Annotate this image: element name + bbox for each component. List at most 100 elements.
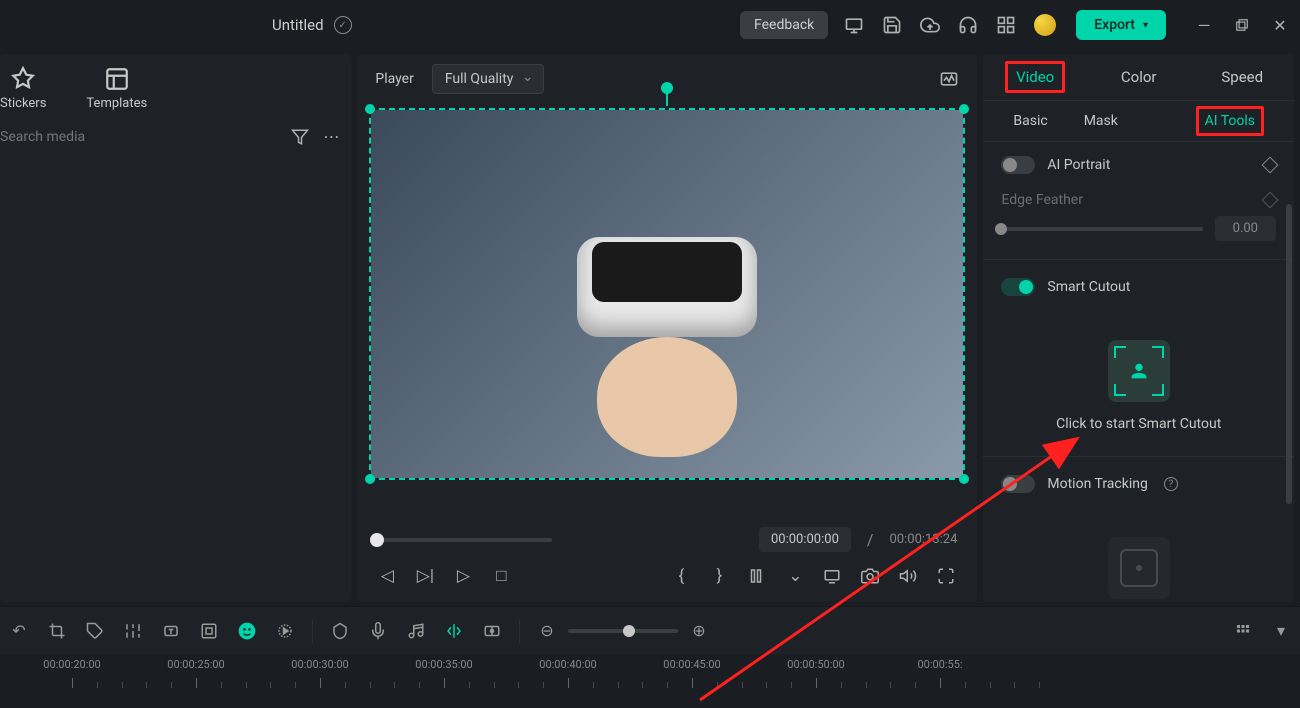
more-icon[interactable]: ⋯ <box>323 127 339 146</box>
apps-icon[interactable] <box>996 15 1016 35</box>
ai-portrait-row: AI Portrait <box>983 142 1294 188</box>
adjust-icon[interactable] <box>122 620 144 642</box>
rotate-handle[interactable] <box>661 82 673 94</box>
properties-panel: Video Color Speed Basic Mask AI Tools AI… <box>983 54 1294 602</box>
time-label: 00:00:45:00 <box>663 658 720 671</box>
progress-bar[interactable] <box>377 538 552 542</box>
time-label: 00:00:25:00 <box>167 658 224 671</box>
scopes-icon[interactable] <box>939 69 959 89</box>
volume-button[interactable] <box>899 567 919 585</box>
time-label: 00:00:55: <box>917 658 962 671</box>
edge-feather-label: Edge Feather <box>1001 192 1083 208</box>
current-time: 00:00:00:00 <box>759 527 851 552</box>
player-panel: Player Full Quality <box>357 54 977 602</box>
time-label: 00:00:40:00 <box>539 658 596 671</box>
split-icon[interactable] <box>443 620 465 642</box>
time-label: 00:00:20:00 <box>43 658 100 671</box>
progress-thumb[interactable] <box>370 533 384 547</box>
marker-icon[interactable] <box>329 620 351 642</box>
keyframe-diamond-icon[interactable] <box>1262 157 1279 174</box>
time-label: 00:00:35:00 <box>415 658 472 671</box>
transport-controls: 00:00:00:00 / 00:00:13:24 ◁ ▷| ▷ □ { } ⌄ <box>357 517 977 602</box>
resize-handle-tr[interactable] <box>959 104 969 114</box>
music-icon[interactable] <box>405 620 427 642</box>
feedback-button[interactable]: Feedback <box>740 11 828 39</box>
next-frame-button[interactable]: ▷| <box>415 566 435 586</box>
filter-icon[interactable] <box>291 128 309 146</box>
document-title: Untitled <box>272 16 324 34</box>
ai-tools-subtab[interactable]: AI Tools <box>1178 101 1282 141</box>
crop-icon[interactable] <box>46 620 68 642</box>
prev-frame-button[interactable]: ◁ <box>377 566 397 586</box>
top-bar: Untitled ✓ Feedback Export ▾ — ✕ <box>0 0 1300 50</box>
timeline-ruler[interactable]: 00:00:20:0000:00:25:0000:00:30:0000:00:3… <box>0 654 1300 704</box>
stop-button[interactable]: □ <box>491 566 511 586</box>
aspect-chevron-icon[interactable]: ⌄ <box>785 566 805 586</box>
slider-thumb[interactable] <box>995 223 1007 235</box>
text-icon[interactable] <box>160 620 182 642</box>
templates-label: Templates <box>86 96 147 111</box>
fullscreen-button[interactable] <box>937 567 957 585</box>
resize-handle-bl[interactable] <box>365 474 375 484</box>
search-input[interactable] <box>0 129 291 145</box>
save-icon[interactable] <box>882 15 902 35</box>
maximize-button[interactable] <box>1234 17 1250 33</box>
smart-cutout-label: Smart Cutout <box>1047 279 1130 295</box>
video-tab[interactable]: Video <box>983 54 1087 100</box>
tag-icon[interactable] <box>84 620 106 642</box>
canvas-icon[interactable] <box>198 620 220 642</box>
quality-select[interactable]: Full Quality <box>432 64 545 94</box>
snapshot-button[interactable] <box>861 567 881 585</box>
export-label: Export <box>1094 17 1135 33</box>
zoom-in-button[interactable]: ⊕ <box>688 620 710 642</box>
play-button[interactable]: ▷ <box>453 566 473 586</box>
aspect-icon[interactable] <box>747 567 767 585</box>
voiceover-icon[interactable] <box>367 620 389 642</box>
start-smart-cutout-button[interactable] <box>1108 340 1170 402</box>
user-avatar[interactable] <box>1034 14 1056 36</box>
resize-handle-br[interactable] <box>959 474 969 484</box>
timeline-view-icon[interactable] <box>1232 620 1254 642</box>
freeze-icon[interactable] <box>481 620 503 642</box>
speed-tab[interactable]: Speed <box>1190 54 1294 100</box>
templates-tab[interactable]: Templates <box>86 66 147 111</box>
zoom-thumb[interactable] <box>623 625 635 637</box>
video-selection-frame[interactable] <box>369 108 965 480</box>
keyframe-diamond-icon[interactable] <box>1262 192 1279 209</box>
basic-subtab[interactable]: Basic <box>995 101 1065 141</box>
save-status-icon: ✓ <box>334 16 352 34</box>
stickers-label: Stickers <box>0 96 46 111</box>
smart-cutout-toggle[interactable] <box>1001 278 1035 296</box>
ai-face-icon[interactable] <box>236 620 258 642</box>
mark-out-button[interactable]: } <box>709 566 729 586</box>
motion-tracking-toggle[interactable] <box>1001 475 1035 493</box>
zoom-slider[interactable] <box>568 629 678 633</box>
scrollbar[interactable] <box>1286 204 1292 504</box>
effects-icon[interactable] <box>274 620 296 642</box>
close-button[interactable]: ✕ <box>1272 17 1288 33</box>
help-icon[interactable]: ? <box>1164 477 1178 491</box>
ai-portrait-toggle[interactable] <box>1001 156 1035 174</box>
motion-tracking-icon[interactable] <box>1108 537 1170 599</box>
color-tab[interactable]: Color <box>1087 54 1191 100</box>
device-icon[interactable] <box>844 15 864 35</box>
video-content <box>371 110 963 478</box>
support-icon[interactable] <box>958 15 978 35</box>
video-viewport[interactable] <box>357 104 977 517</box>
export-button[interactable]: Export ▾ <box>1076 10 1166 40</box>
media-panel: Stickers Templates ⋯ <box>0 54 351 602</box>
edge-feather-slider[interactable] <box>1001 227 1202 231</box>
mark-in-button[interactable]: { <box>671 566 691 586</box>
mask-subtab[interactable]: Mask <box>1066 101 1136 141</box>
display-icon[interactable] <box>823 567 843 585</box>
edge-feather-value[interactable]: 0.00 <box>1215 216 1276 241</box>
smart-cutout-cta: Click to start Smart Cutout <box>1056 416 1221 432</box>
templates-icon <box>104 66 130 92</box>
zoom-out-button[interactable]: ⊖ <box>536 620 558 642</box>
stickers-tab[interactable]: Stickers <box>0 66 46 111</box>
edge-feather-slider-row: 0.00 <box>983 216 1294 255</box>
undo-icon[interactable]: ↶ <box>8 620 30 642</box>
minimize-button[interactable]: — <box>1196 17 1212 33</box>
cloud-icon[interactable] <box>920 15 940 35</box>
timeline-options-icon[interactable]: ▾ <box>1270 620 1292 642</box>
